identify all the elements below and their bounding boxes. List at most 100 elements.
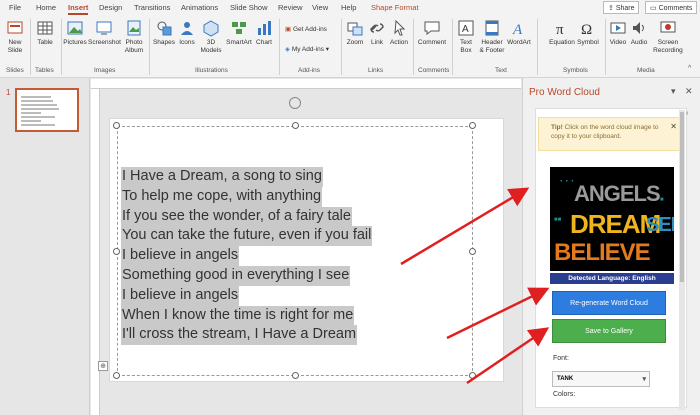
video-button[interactable]: Video	[608, 19, 628, 47]
tab-transitions[interactable]: Transitions	[134, 3, 170, 12]
rotate-handle-icon[interactable]	[289, 97, 301, 109]
get-addins-button[interactable]: ▣ Get Add-ins	[285, 25, 327, 33]
table-button[interactable]: Table	[34, 19, 56, 47]
symbol-icon: Ω	[581, 22, 592, 37]
new-slide-icon	[7, 21, 23, 34]
group-addins: Add-ins	[298, 67, 321, 74]
svg-text:Ω: Ω	[581, 22, 592, 37]
horizontal-ruler	[91, 79, 521, 89]
photo-album-button[interactable]: Photo Album	[121, 19, 147, 54]
smartart-icon	[232, 22, 246, 34]
word-cloud-image[interactable]: ∙ ∙ ∙ ANGELS DREAM SEE BELIEVE ■■ ■	[550, 167, 674, 271]
new-slide-button[interactable]: New Slide	[4, 19, 26, 54]
tab-slideshow[interactable]: Slide Show	[230, 3, 268, 12]
add-in-content: Tip! Click on the word cloud image to co…	[535, 108, 687, 408]
text-line: I believe in angels	[121, 285, 240, 306]
table-icon	[37, 21, 53, 35]
group-links: Links	[368, 67, 384, 74]
link-button[interactable]: Link	[367, 19, 387, 47]
screen-recording-icon	[660, 21, 676, 33]
equation-button[interactable]: π Equation	[548, 19, 576, 47]
zoom-icon	[347, 22, 363, 36]
resize-handle[interactable]	[113, 372, 120, 379]
slide-thumbnail[interactable]	[15, 88, 79, 132]
video-icon	[610, 22, 626, 34]
tab-view[interactable]: View	[312, 3, 328, 12]
ribbon-divider	[452, 19, 453, 75]
audio-icon	[633, 22, 644, 34]
share-button[interactable]: ⇪ Share	[603, 1, 639, 14]
resize-handle[interactable]	[113, 248, 120, 255]
text-line: When I know the time is right for me	[121, 305, 355, 326]
pane-scrollbar[interactable]	[679, 110, 685, 410]
tab-help[interactable]: Help	[341, 3, 356, 12]
header-footer-button[interactable]: Header & Footer	[478, 19, 506, 54]
action-button[interactable]: Action	[388, 19, 410, 47]
store-icon: ▣	[285, 26, 292, 33]
chevron-down-icon: ▾	[642, 376, 646, 383]
font-select[interactable]: TANK ▾	[552, 371, 650, 387]
group-media: Media	[637, 67, 655, 74]
resize-handle[interactable]	[292, 122, 299, 129]
save-to-gallery-button[interactable]: Save to Gallery	[552, 319, 666, 343]
resize-handle[interactable]	[469, 122, 476, 129]
tab-review[interactable]: Review	[278, 3, 303, 12]
smartart-button[interactable]: SmartArt	[225, 19, 253, 47]
wordart-button[interactable]: A WordArt	[507, 19, 531, 47]
my-addins-button[interactable]: ◈ My Add-ins ▾	[285, 45, 329, 53]
pictures-icon	[67, 21, 83, 35]
svg-text:A: A	[462, 24, 469, 35]
screenshot-button[interactable]: Screenshot	[88, 19, 121, 47]
scroll-up-icon[interactable]: ‹	[686, 110, 688, 117]
resize-handle[interactable]	[469, 372, 476, 379]
shapes-button[interactable]: Shapes	[152, 19, 176, 47]
tab-design[interactable]: Design	[99, 3, 122, 12]
pane-options-icon[interactable]: ▾	[671, 86, 676, 97]
comments-button[interactable]: ▭ Comments	[645, 1, 697, 14]
resize-handle[interactable]	[469, 248, 476, 255]
tip-close-icon[interactable]: ✕	[670, 122, 677, 131]
tab-shape-format[interactable]: Shape Format	[371, 3, 419, 12]
share-icon: ⇪	[608, 5, 614, 12]
regenerate-word-cloud-button[interactable]: Re-generate Word Cloud	[552, 291, 666, 315]
group-comments: Comments	[418, 67, 450, 74]
shapes-label: Shapes	[152, 39, 176, 46]
audio-button[interactable]: Audio	[629, 19, 649, 47]
layout-options-icon[interactable]: ⊕	[98, 361, 108, 371]
wordart-icon: A	[512, 22, 523, 37]
font-label: Font:	[553, 355, 569, 362]
resize-handle[interactable]	[113, 122, 120, 129]
tab-file[interactable]: File	[9, 3, 21, 12]
comment-icon	[424, 21, 440, 35]
screen-recording-button[interactable]: Screen Recording	[651, 19, 685, 54]
close-icon[interactable]: ✕	[685, 86, 693, 97]
text-box-button[interactable]: A Text Box	[456, 19, 476, 54]
3d-models-button[interactable]: 3D Models	[199, 19, 223, 54]
comment-button[interactable]: Comment	[417, 19, 447, 47]
slide-text-block[interactable]: I Have a Dream, a song to sing To help m…	[121, 167, 373, 346]
icons-button[interactable]: Icons	[177, 19, 197, 47]
ribbon-divider	[605, 19, 606, 75]
slide-number: 1	[6, 88, 11, 97]
video-label: Video	[609, 39, 627, 46]
scrollbar-thumb[interactable]	[680, 112, 684, 282]
tab-animations[interactable]: Animations	[181, 3, 218, 12]
pictures-button[interactable]: Pictures	[63, 19, 87, 47]
symbol-button[interactable]: Ω Symbol	[577, 19, 599, 47]
text-line: I Have a Dream, a song to sing	[121, 167, 323, 187]
ribbon-divider	[537, 19, 538, 75]
text-line: I'll cross the stream, I Have a Dream	[121, 325, 358, 346]
group-images: Images	[94, 67, 116, 74]
tab-home[interactable]: Home	[36, 3, 56, 12]
collapse-ribbon-icon[interactable]: ^	[688, 65, 691, 72]
my-addins-label: My Add-ins	[291, 46, 324, 53]
slide-thumbnails-pane: 1	[0, 78, 90, 415]
chart-button[interactable]: Chart	[254, 19, 274, 47]
equation-label: Equation	[549, 39, 575, 46]
header-footer-label: Header & Footer	[479, 39, 505, 54]
tab-insert[interactable]: Insert	[68, 3, 89, 15]
share-label: Share	[615, 5, 635, 12]
zoom-button[interactable]: Zoom	[344, 19, 366, 47]
chart-icon	[258, 21, 271, 35]
resize-handle[interactable]	[292, 372, 299, 379]
